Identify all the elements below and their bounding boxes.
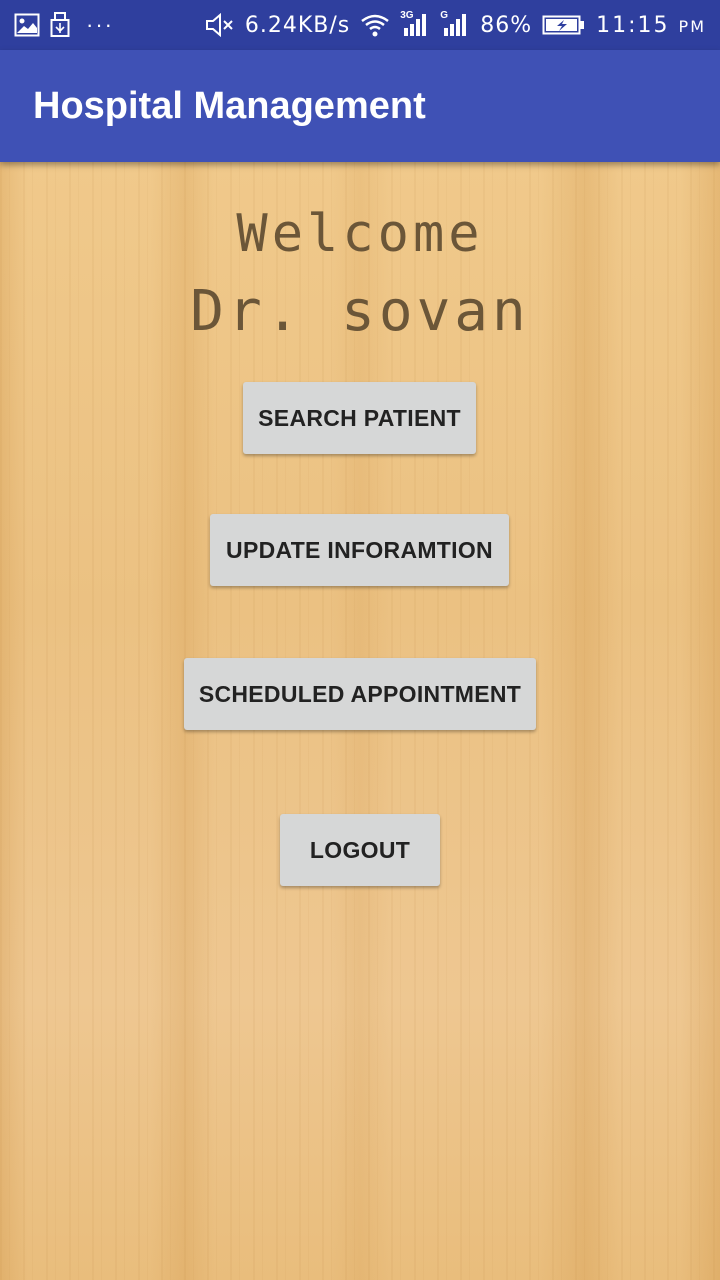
volume-mute-icon xyxy=(205,13,235,37)
clock: 11:15 PM xyxy=(596,13,706,38)
app-title: Hospital Management xyxy=(33,84,426,127)
doctor-name: Dr. sovan xyxy=(190,279,530,344)
network-speed: 6.24KB/s xyxy=(244,12,351,38)
clock-ampm: PM xyxy=(678,16,706,36)
battery-percent: 86% xyxy=(480,12,533,38)
wifi-icon xyxy=(360,13,390,37)
signal-3g-label: 3G xyxy=(400,10,414,21)
status-bar: ··· 6.24KB/s 3G G 86% 11:15 PM xyxy=(0,0,720,50)
battery-charging-icon xyxy=(542,14,586,36)
signal-g-icon: G xyxy=(440,10,470,38)
more-dots-icon: ··· xyxy=(86,12,114,37)
signal-3g-icon: 3G xyxy=(400,10,430,38)
wood-background: Welcome Dr. sovan SEARCH PATIENT UPDATE … xyxy=(0,162,720,1280)
image-icon xyxy=(14,13,40,37)
app-bar: Hospital Management xyxy=(0,50,720,162)
signal-g-label: G xyxy=(440,10,449,21)
clock-time: 11:15 xyxy=(596,12,670,38)
status-left-icons: ··· xyxy=(14,12,114,38)
scheduled-appointment-button[interactable]: SCHEDULED APPOINTMENT xyxy=(184,658,536,730)
search-patient-button[interactable]: SEARCH PATIENT xyxy=(243,382,476,454)
logout-button[interactable]: LOGOUT xyxy=(280,814,440,886)
status-right-icons: 6.24KB/s 3G G 86% 11:15 PM xyxy=(205,10,706,38)
usb-icon xyxy=(50,12,70,38)
welcome-heading: Welcome xyxy=(236,204,484,264)
update-information-button[interactable]: UPDATE INFORAMTION xyxy=(210,514,509,586)
